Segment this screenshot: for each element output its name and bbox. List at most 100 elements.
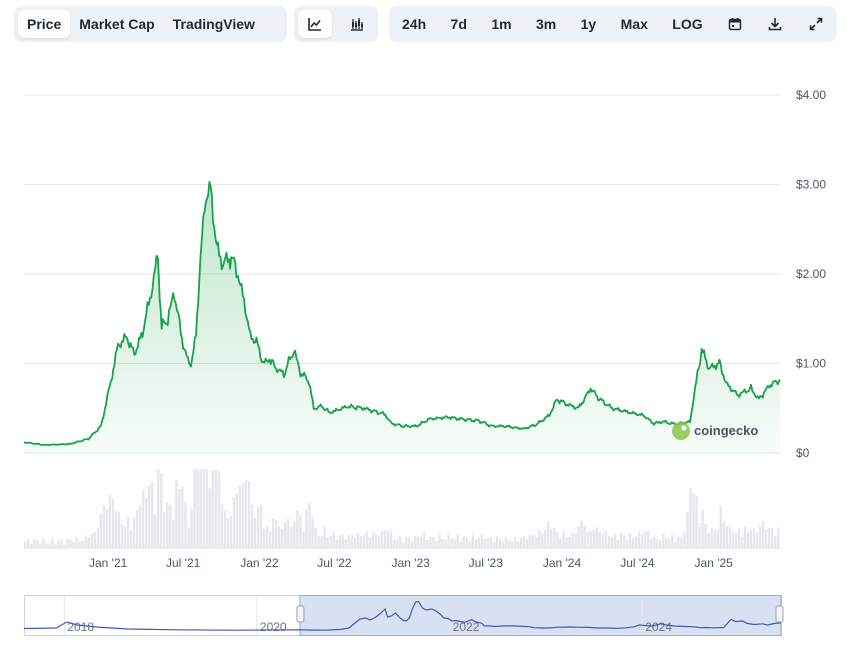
- tab-market-cap[interactable]: Market Cap: [70, 10, 163, 38]
- line-chart-button[interactable]: [298, 10, 332, 38]
- volume-bar: [613, 533, 617, 549]
- volume-bar: [710, 527, 713, 549]
- navigator-handle-right-grip[interactable]: [775, 605, 784, 623]
- volume-bar: [643, 531, 647, 549]
- range-1m-button[interactable]: 1m: [482, 10, 520, 38]
- volume-bar: [719, 505, 722, 549]
- volume-bar: [716, 529, 719, 549]
- volume-bar: [54, 544, 57, 549]
- volume-bar: [474, 539, 477, 549]
- view-tab-group: Price Market Cap TradingView: [14, 6, 287, 42]
- navigator-handle-left[interactable]: [296, 605, 305, 623]
- navigator-window[interactable]: [299, 595, 782, 636]
- tab-tradingview[interactable]: TradingView: [164, 10, 264, 38]
- volume-bar: [232, 497, 236, 549]
- volume-bar: [656, 539, 659, 549]
- calendar-button[interactable]: [718, 10, 752, 38]
- volume-bar: [471, 535, 474, 549]
- volume-bar: [529, 534, 532, 549]
- volume-bar: [36, 540, 39, 549]
- price-chart[interactable]: coingecko $0 $1.00 $2.00 $3.00 $4.00 Jan '21…: [0, 60, 856, 590]
- volume-bar: [525, 538, 529, 549]
- volume-bar: [713, 529, 716, 549]
- volume-bar: [123, 526, 127, 549]
- volume-bar: [550, 528, 553, 549]
- volume-bar: [226, 518, 230, 549]
- line-chart-icon: [308, 18, 321, 31]
- volume-bar: [45, 543, 48, 549]
- volume-bar: [631, 538, 635, 549]
- volume-bar: [253, 518, 257, 549]
- volume-bars: [24, 469, 780, 549]
- volume-bar: [389, 531, 393, 549]
- volume-bar: [163, 512, 166, 549]
- volume-bar: [398, 536, 402, 549]
- volume-bar: [99, 513, 103, 549]
- volume-bar: [571, 532, 574, 549]
- volume-bar: [420, 536, 423, 549]
- volume-bar: [426, 539, 429, 549]
- volume-bar: [81, 540, 84, 549]
- volume-bar: [695, 496, 698, 549]
- volume-bar: [625, 540, 629, 549]
- volume-bar: [392, 539, 396, 549]
- volume-bar: [722, 521, 725, 549]
- volume-bar: [284, 521, 287, 549]
- download-button[interactable]: [758, 10, 792, 38]
- volume-bar: [120, 524, 124, 549]
- volume-bar: [637, 532, 641, 549]
- volume-bar: [580, 520, 583, 549]
- volume-bar: [743, 526, 747, 549]
- expand-icon: [809, 17, 823, 31]
- volume-bar: [495, 536, 499, 549]
- volume-bar: [746, 531, 750, 549]
- volume-bar: [211, 470, 214, 549]
- volume-bar: [353, 537, 357, 549]
- navigator-handle-right[interactable]: [775, 605, 784, 623]
- range-1y-button[interactable]: 1y: [572, 10, 606, 38]
- volume-bar: [359, 536, 363, 549]
- volume-bar: [386, 530, 390, 549]
- volume-bar: [538, 530, 541, 549]
- volume-bar: [244, 479, 248, 549]
- volume-bar: [380, 531, 384, 549]
- volume-bar: [235, 494, 239, 549]
- candlestick-chart-button[interactable]: [340, 10, 374, 38]
- volume-bar: [151, 482, 154, 549]
- navigator-handle-left-grip[interactable]: [296, 605, 305, 623]
- volume-bar: [423, 532, 426, 549]
- volume-bar: [93, 531, 96, 549]
- volume-bar: [172, 519, 175, 549]
- volume-bar: [583, 525, 586, 549]
- volume-bar: [24, 540, 27, 549]
- log-scale-button[interactable]: LOG: [663, 10, 711, 38]
- volume-bar: [262, 528, 266, 549]
- volume-bar: [462, 536, 465, 549]
- volume-bar: [368, 537, 372, 549]
- volume-bar: [347, 534, 350, 549]
- x-tick-label: Jul '24: [620, 556, 655, 570]
- volume-bar: [770, 528, 774, 549]
- tab-price[interactable]: Price: [18, 10, 71, 38]
- volume-bar: [411, 541, 414, 549]
- range-3m-button[interactable]: 3m: [527, 10, 565, 38]
- range-navigator[interactable]: 2018 2020 2022 2024: [24, 595, 784, 637]
- volume-bar: [317, 536, 320, 549]
- navigator-label: 2018: [67, 620, 94, 634]
- volume-bar: [184, 502, 187, 549]
- volume-bar: [758, 526, 762, 549]
- volume-bar: [169, 504, 172, 549]
- range-24h-button[interactable]: 24h: [393, 10, 435, 38]
- range-max-button[interactable]: Max: [612, 10, 657, 38]
- volume-bar: [132, 517, 136, 549]
- volume-bar: [105, 508, 109, 549]
- volume-bar: [677, 536, 680, 549]
- volume-bar: [755, 532, 759, 549]
- range-7d-button[interactable]: 7d: [442, 10, 476, 38]
- volume-bar: [483, 539, 487, 549]
- expand-button[interactable]: [799, 10, 833, 38]
- volume-bar: [501, 541, 505, 549]
- volume-bar: [175, 480, 178, 549]
- volume-bar: [662, 533, 665, 549]
- volume-bar: [402, 542, 405, 549]
